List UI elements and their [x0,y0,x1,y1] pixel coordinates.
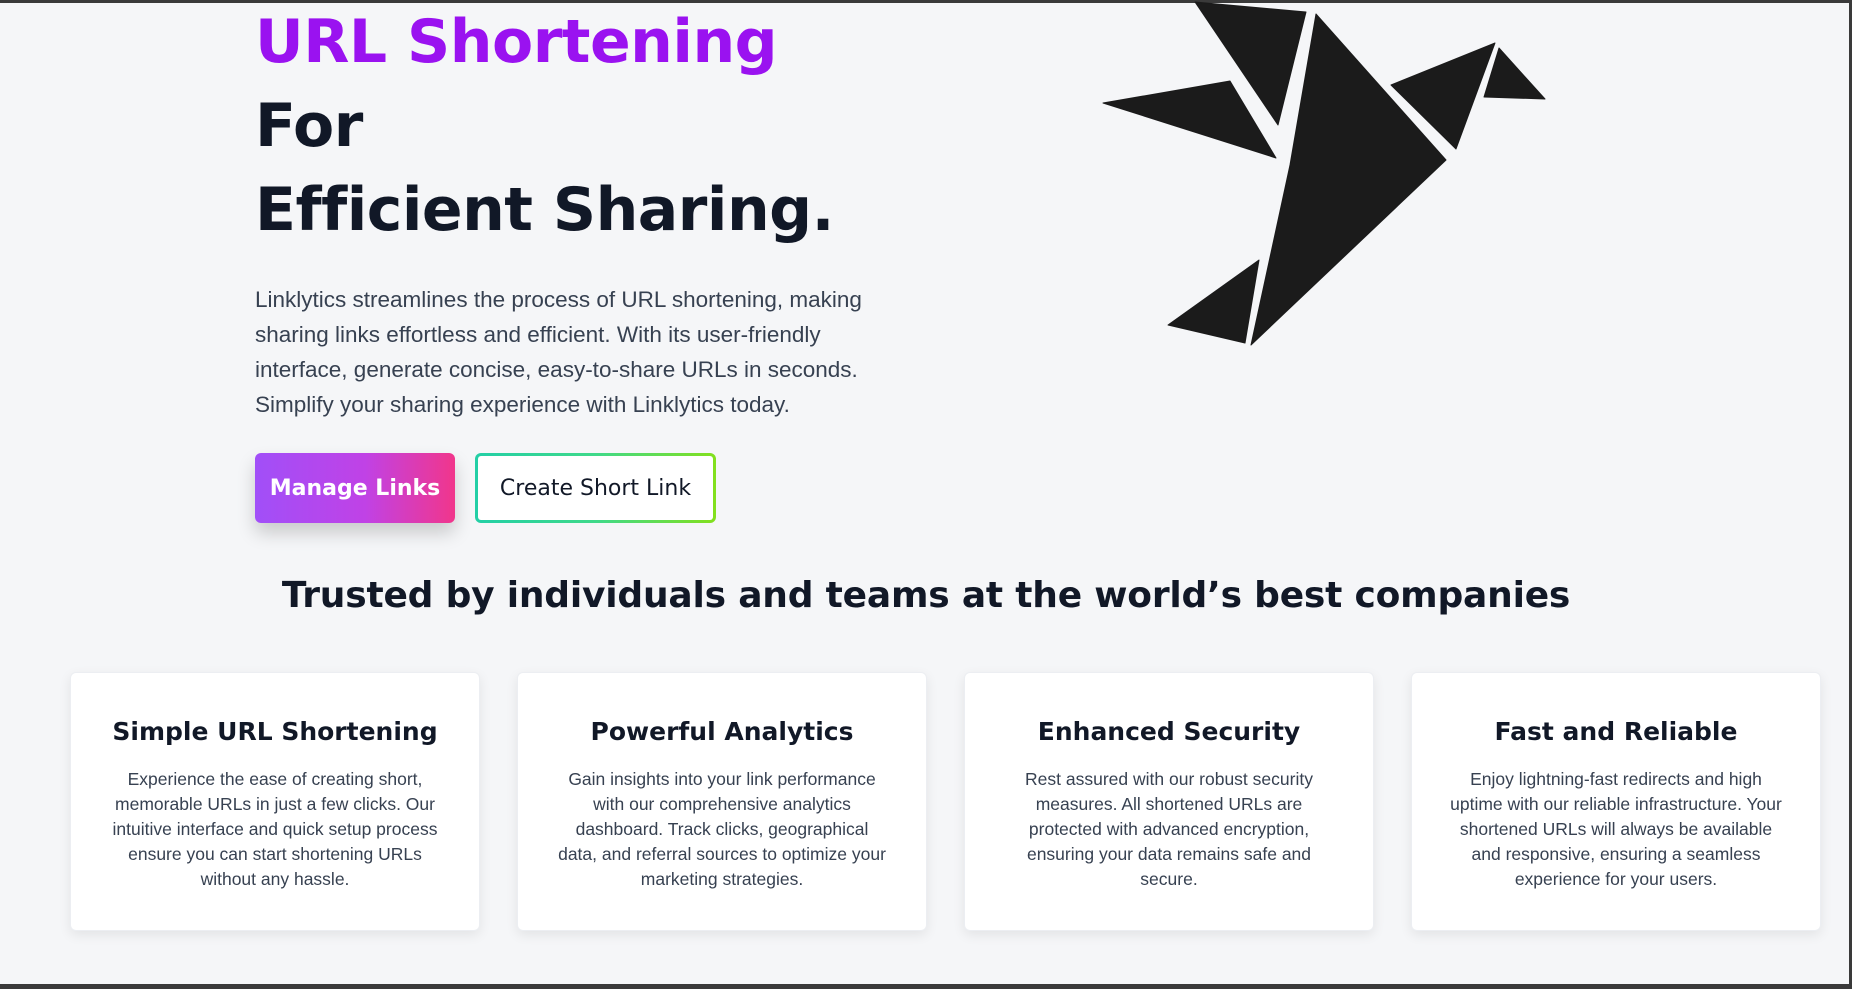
origami-bird-icon [1100,0,1550,350]
trusted-heading: Trusted by individuals and teams at the … [281,575,1571,616]
feature-card-text: Experience the ease of creating short, m… [112,769,438,889]
hero-title-line2: Efficient Sharing. [255,175,834,245]
hero-title-accent: URL Shortening [255,7,778,77]
hero-actions: Manage Links Create Short Link [255,453,895,523]
feature-card-powerful-analytics: Powerful Analytics Gain insights into yo… [517,672,927,931]
create-short-link-button[interactable]: Create Short Link [475,453,716,523]
feature-card-title: Powerful Analytics [590,717,854,746]
hero-title: URL Shortening For Efficient Sharing. [255,0,895,252]
window-bottom-border [0,984,1852,989]
hero-title-rest: For [255,91,363,161]
feature-card-title: Fast and Reliable [1494,717,1738,746]
feature-card-text: Gain insights into your link performance… [558,769,886,889]
manage-links-button[interactable]: Manage Links [255,453,455,523]
feature-card-text: Rest assured with our robust security me… [1025,769,1313,889]
feature-cards: Simple URL Shortening Experience the eas… [70,672,1821,931]
hero-section: URL Shortening For Efficient Sharing. Lin… [255,0,895,523]
hero-description: Linklytics streamlines the process of UR… [255,287,862,417]
feature-card-fast-and-reliable: Fast and Reliable Enjoy lightning-fast r… [1411,672,1821,931]
feature-card-title: Simple URL Shortening [112,717,438,746]
feature-card-text: Enjoy lightning-fast redirects and high … [1450,769,1782,889]
feature-card-enhanced-security: Enhanced Security Rest assured with our … [964,672,1374,931]
feature-card-title: Enhanced Security [1037,717,1301,746]
feature-card-simple-url-shortening: Simple URL Shortening Experience the eas… [70,672,480,931]
